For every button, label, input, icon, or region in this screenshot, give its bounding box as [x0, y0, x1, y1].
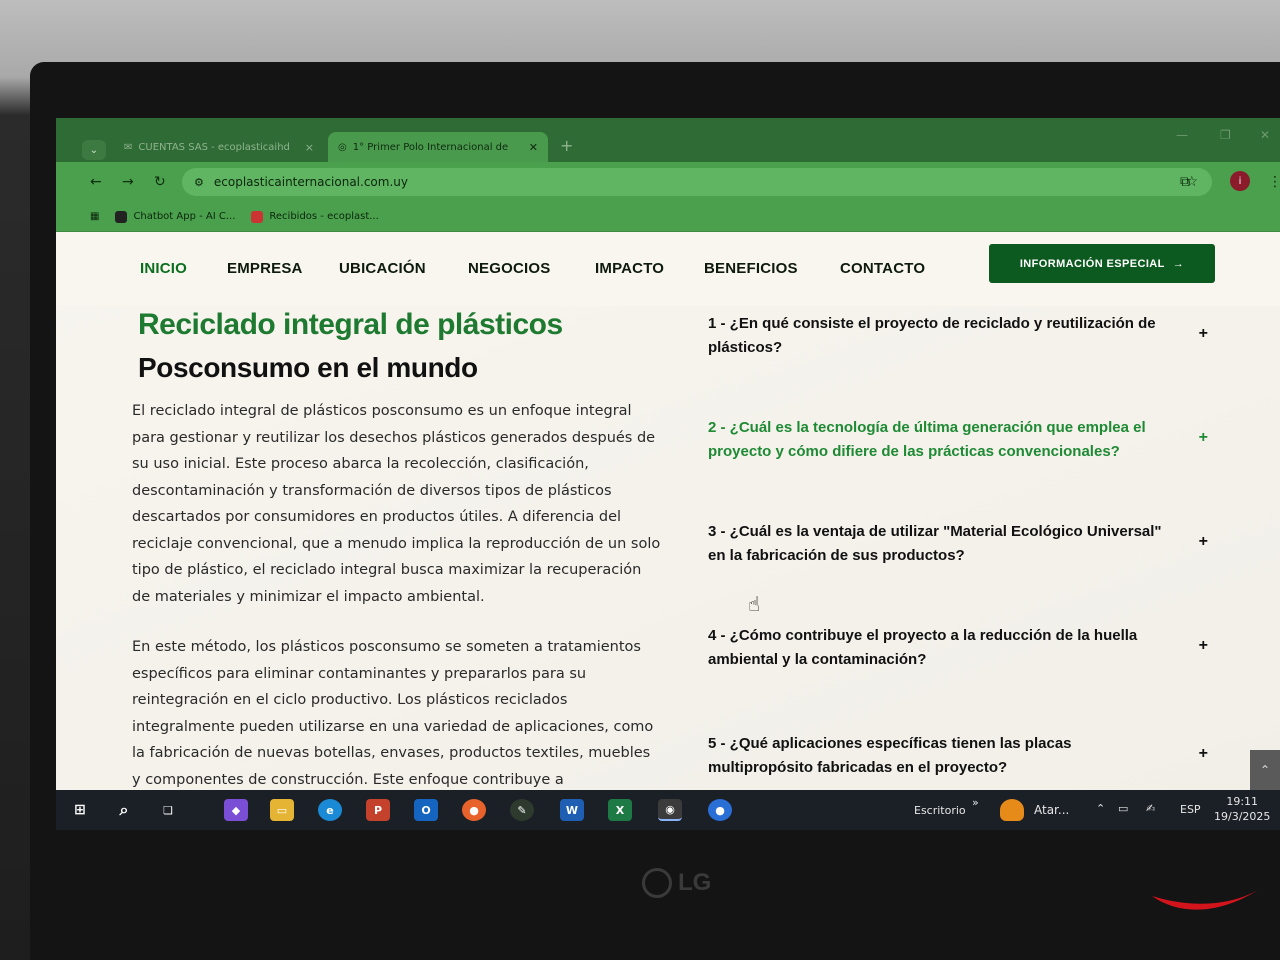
faq-item-4[interactable]: 4 - ¿Cómo contribuye el proyecto a la re… [708, 624, 1208, 672]
clock-time: 19:11 [1226, 795, 1259, 808]
monitor-screen: ⌄ ✉ CUENTAS SAS - ecoplasticaihd × ◎ 1° … [56, 118, 1280, 830]
tab-ecoplastica[interactable]: ◎ 1° Primer Polo Internacional de ✕ [328, 132, 548, 162]
faq-question: 2 - ¿Cuál es la tecnología de última gen… [708, 419, 1146, 460]
powerpoint-icon[interactable]: P [366, 799, 390, 821]
tab-label: 1° Primer Polo Internacional de [352, 141, 509, 153]
language-indicator[interactable]: ESP [1180, 803, 1201, 816]
faq-item-3[interactable]: 3 - ¿Cuál es la ventaja de utilizar "Mat… [708, 520, 1208, 568]
arrow-right-icon: → [1172, 257, 1185, 270]
browser-tab-bar: ⌄ ✉ CUENTAS SAS - ecoplasticaihd × ◎ 1° … [56, 118, 1280, 162]
tray-up-icon[interactable]: ⌃ [1096, 802, 1105, 815]
edge-icon[interactable]: e [318, 799, 342, 821]
chatbot-icon [115, 210, 128, 223]
method-paragraph: En este método, los plásticos posconsumo… [132, 639, 654, 788]
url-text: ecoplasticainternacional.com.uy [213, 175, 408, 189]
snipping-tool-icon[interactable]: ✎ [510, 799, 534, 821]
bookmark-label: Chatbot App - AI C... [133, 211, 236, 222]
cta-label: INFORMACIÓN ESPECIAL [1019, 257, 1165, 270]
weather-sunset-icon[interactable] [1000, 799, 1024, 821]
faq-question: 4 - ¿Cómo contribuye el proyecto a la re… [708, 627, 1138, 668]
nav-impacto[interactable]: IMPACTO [595, 260, 664, 277]
expand-plus-icon[interactable]: + [1199, 742, 1208, 766]
nav-empresa[interactable]: EMPRESA [227, 260, 303, 277]
excel-icon[interactable]: X [608, 799, 632, 821]
desktop-toolbar-label[interactable]: Escritorio [914, 804, 966, 817]
close-tab-icon[interactable]: ✕ [529, 141, 538, 154]
nav-beneficios[interactable]: BENEFICIOS [704, 260, 798, 277]
task-view-icon[interactable]: ❏ [156, 799, 180, 821]
copilot-icon[interactable]: ◆ [224, 799, 248, 821]
address-bar[interactable]: ⚙ ecoplasticainternacional.com.uy ☆ [182, 168, 1212, 196]
site-info-icon[interactable]: ⚙ [194, 176, 204, 189]
expand-plus-icon[interactable]: + [1199, 634, 1208, 658]
back-arrow-icon[interactable]: ← [90, 174, 102, 190]
red-swoosh-decoration [1152, 890, 1258, 910]
nav-contacto[interactable]: CONTACTO [840, 260, 925, 277]
minimize-icon[interactable]: — [1176, 128, 1188, 142]
extensions-icon[interactable]: ⧉ [1180, 174, 1190, 190]
search-icon[interactable]: ⌕ [112, 799, 136, 821]
nav-negocios[interactable]: NEGOCIOS [468, 260, 550, 277]
bookmark-chatbot[interactable]: Chatbot App - AI C... [115, 210, 236, 223]
word-icon[interactable]: W [560, 799, 584, 821]
nav-inicio[interactable]: INICIO [140, 260, 187, 277]
faq-question: 1 - ¿En qué consiste el proyecto de reci… [708, 315, 1156, 356]
gmail-icon: ✉ [124, 141, 133, 153]
windows-start-icon[interactable]: ⊞ [68, 799, 92, 821]
bookmarks-bar: ▦ Chatbot App - AI C... Recibidos - ecop… [56, 202, 1280, 232]
firefox-icon[interactable]: ● [462, 799, 486, 821]
intro-paragraph: El reciclado integral de plásticos posco… [132, 403, 661, 605]
faq-item-1[interactable]: 1 - ¿En qué consiste el proyecto de reci… [708, 312, 1208, 360]
faq-question: 5 - ¿Qué aplicaciones específicas tienen… [708, 735, 1072, 776]
faq-item-2[interactable]: 2 - ¿Cuál es la tecnología de última gen… [708, 416, 1208, 464]
page-subtitle: Posconsumo en el mundo [138, 352, 478, 383]
new-tab-button[interactable]: + [560, 136, 573, 155]
web-page: INICIO EMPRESA UBICACIÓN NEGOCIOS IMPACT… [56, 232, 1280, 790]
faq-item-5[interactable]: 5 - ¿Qué aplicaciones específicas tienen… [708, 732, 1208, 780]
nav-ubicacion[interactable]: UBICACIÓN [339, 260, 426, 277]
monitor-brand: LG [678, 869, 712, 896]
hand-pointer-icon: ☝ [748, 592, 761, 616]
forward-arrow-icon[interactable]: → [122, 174, 134, 190]
chat-app-icon[interactable]: ● [708, 799, 732, 821]
gmail-icon [251, 210, 264, 223]
network-icon[interactable]: ▭ [1118, 802, 1128, 815]
tab-cuentas[interactable]: ✉ CUENTAS SAS - ecoplasticaihd × [114, 132, 324, 162]
page-title: Reciclado integral de plásticos [138, 308, 563, 341]
monitor-logo: LG [642, 868, 711, 898]
system-clock[interactable]: 19:11 19/3/2025 [1214, 794, 1270, 824]
clock-date: 19/3/2025 [1214, 810, 1271, 823]
lg-logo-icon [642, 868, 672, 898]
close-window-icon[interactable]: ✕ [1260, 128, 1270, 142]
site-navigation: INICIO EMPRESA UBICACIÓN NEGOCIOS IMPACT… [56, 232, 1280, 306]
outlook-icon[interactable]: O [414, 799, 438, 821]
file-explorer-icon[interactable]: ▭ [270, 799, 294, 821]
profile-avatar[interactable]: i [1230, 171, 1250, 191]
expand-plus-icon[interactable]: + [1199, 322, 1208, 346]
weather-label[interactable]: Atar... [1034, 803, 1069, 817]
windows-taskbar: ⊞ ⌕ ❏ ◆ ▭ e P O ● ✎ W X ◉ ● Escritorio »… [56, 790, 1280, 830]
menu-dots-icon[interactable]: ⋮ [1268, 174, 1280, 190]
faq-question: 3 - ¿Cuál es la ventaja de utilizar "Mat… [708, 523, 1162, 564]
browser-toolbar: ← → ↻ ⚙ ecoplasticainternacional.com.uy … [56, 162, 1280, 202]
bookmark-recibidos[interactable]: Recibidos - ecoplast... [251, 210, 379, 223]
maximize-icon[interactable]: ❐ [1220, 128, 1231, 142]
tab-search-icon[interactable]: ⌄ [82, 140, 106, 160]
pen-icon[interactable]: ✍ [1146, 802, 1155, 815]
tab-label: CUENTAS SAS - ecoplasticaihd [138, 141, 290, 153]
chrome-icon[interactable]: ◉ [658, 799, 682, 821]
reload-icon[interactable]: ↻ [154, 174, 166, 190]
site-favicon-icon: ◎ [338, 141, 347, 153]
chevron-right-icon[interactable]: » [972, 796, 979, 809]
bookmark-label: Recibidos - ecoplast... [269, 211, 379, 222]
informacion-especial-button[interactable]: INFORMACIÓN ESPECIAL → [989, 244, 1215, 283]
close-tab-icon[interactable]: × [305, 141, 314, 154]
apps-grid-icon[interactable]: ▦ [90, 211, 99, 222]
scroll-to-top-button[interactable]: ⌃ [1250, 750, 1280, 790]
expand-plus-icon[interactable]: + [1199, 426, 1208, 450]
expand-plus-icon[interactable]: + [1199, 530, 1208, 554]
